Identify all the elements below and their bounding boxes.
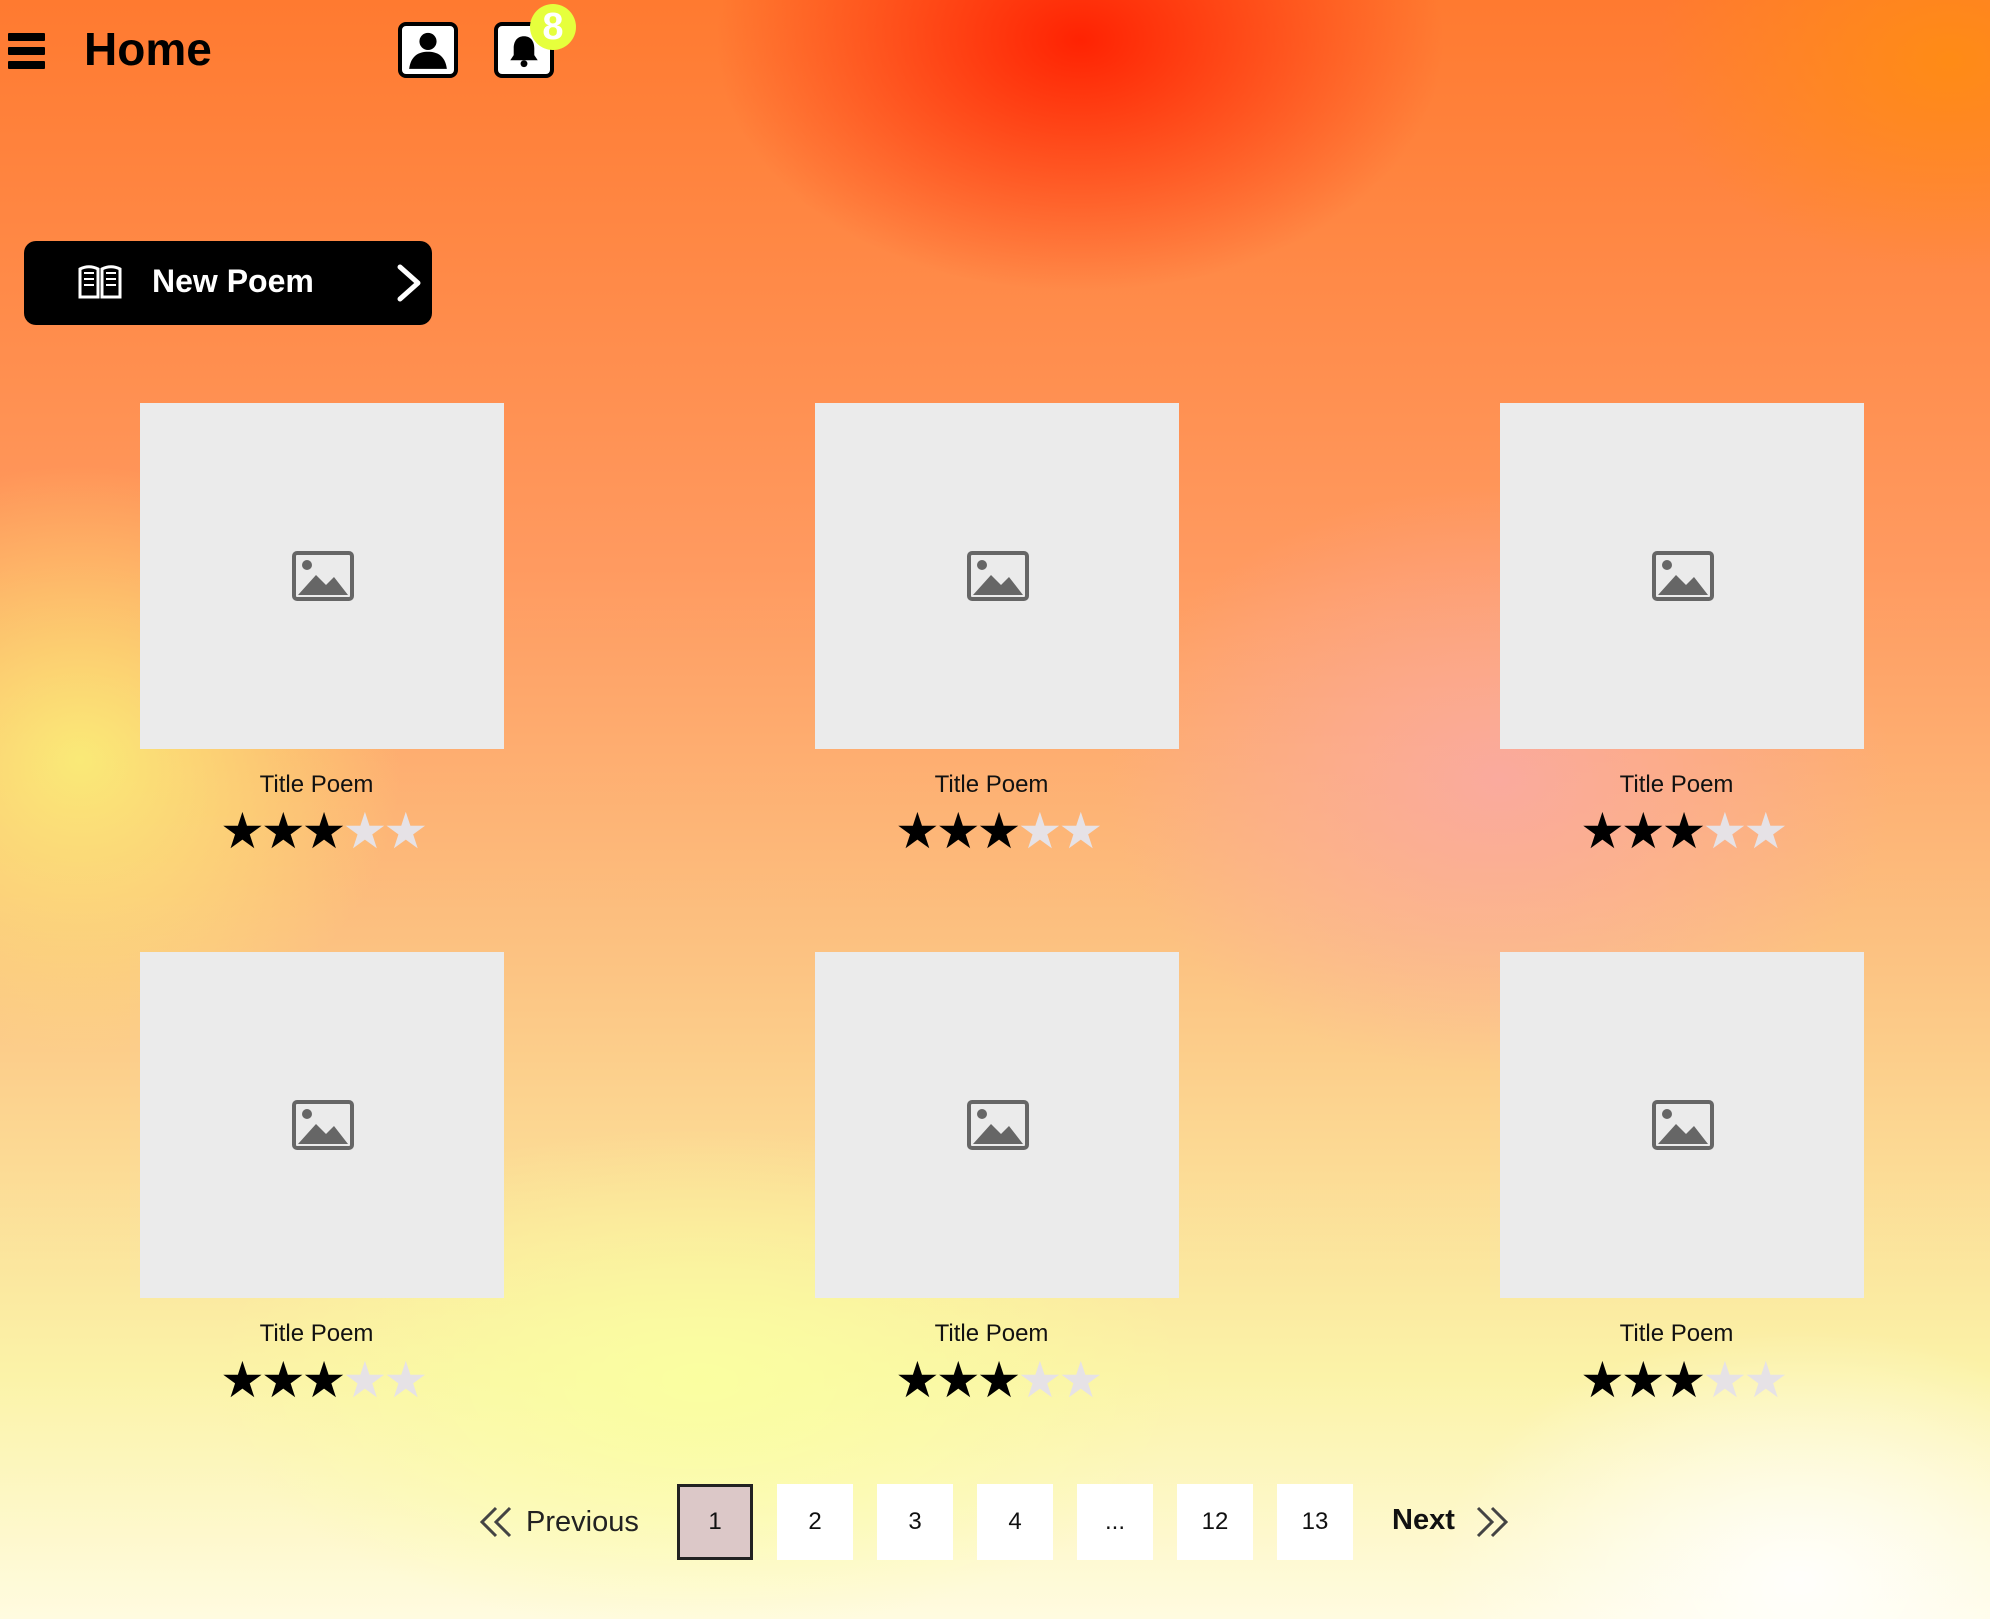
poem-card[interactable]: Title Poem ★★★★★: [1500, 952, 1864, 1405]
page-button[interactable]: 12: [1177, 1484, 1253, 1560]
page-button[interactable]: 4: [977, 1484, 1053, 1560]
star-icon[interactable]: ★: [936, 806, 981, 856]
star-icon[interactable]: ★: [261, 1355, 306, 1405]
star-icon[interactable]: ★: [1017, 806, 1062, 856]
notification-badge: 8: [530, 4, 576, 50]
star-icon[interactable]: ★: [1058, 1355, 1103, 1405]
poem-card[interactable]: Title Poem ★★★★★: [140, 952, 504, 1405]
previous-label: Previous: [526, 1506, 639, 1538]
double-chevron-left-icon: [479, 1506, 512, 1538]
poem-title[interactable]: Title Poem: [815, 1320, 1168, 1348]
star-icon[interactable]: ★: [1743, 806, 1788, 856]
user-icon: [409, 32, 447, 69]
poem-title[interactable]: Title Poem: [1500, 771, 1853, 799]
image-placeholder-icon: [967, 1100, 1029, 1150]
star-icon[interactable]: ★: [1702, 1355, 1747, 1405]
image-placeholder-icon: [967, 551, 1029, 601]
previous-page-button[interactable]: Previous: [478, 1500, 648, 1544]
page-ellipsis[interactable]: ...: [1077, 1484, 1153, 1560]
hamburger-menu-icon[interactable]: [8, 33, 45, 69]
new-poem-label: New Poem: [152, 263, 314, 299]
star-rating[interactable]: ★★★★★: [220, 806, 584, 856]
star-icon[interactable]: ★: [977, 806, 1022, 856]
star-icon[interactable]: ★: [342, 1355, 387, 1405]
image-placeholder-icon: [292, 1100, 354, 1150]
poem-card[interactable]: Title Poem ★★★★★: [1500, 403, 1864, 856]
star-icon[interactable]: ★: [302, 806, 347, 856]
star-rating[interactable]: ★★★★★: [220, 1355, 584, 1405]
open-book-icon: [78, 265, 122, 299]
chevron-right-icon: [397, 264, 421, 302]
star-icon[interactable]: ★: [383, 806, 428, 856]
poem-thumbnail[interactable]: [815, 403, 1179, 749]
poem-card[interactable]: Title Poem ★★★★★: [815, 403, 1179, 856]
star-icon[interactable]: ★: [342, 806, 387, 856]
page-title: Home: [84, 23, 212, 75]
star-icon[interactable]: ★: [302, 1355, 347, 1405]
page-button[interactable]: 1: [677, 1484, 753, 1560]
new-poem-button[interactable]: New Poem: [24, 241, 432, 325]
star-icon[interactable]: ★: [220, 806, 265, 856]
next-label: Next: [1392, 1504, 1455, 1536]
star-icon[interactable]: ★: [1662, 806, 1707, 856]
star-rating[interactable]: ★★★★★: [895, 1355, 1259, 1405]
double-chevron-right-icon: [1476, 1506, 1509, 1538]
star-icon[interactable]: ★: [977, 1355, 1022, 1405]
page-button[interactable]: 2: [777, 1484, 853, 1560]
poem-title[interactable]: Title Poem: [815, 771, 1168, 799]
page-button[interactable]: 3: [877, 1484, 953, 1560]
star-icon[interactable]: ★: [1580, 806, 1625, 856]
star-icon[interactable]: ★: [1580, 1355, 1625, 1405]
star-icon[interactable]: ★: [1017, 1355, 1062, 1405]
poem-card[interactable]: Title Poem ★★★★★: [140, 403, 504, 856]
star-icon[interactable]: ★: [1058, 806, 1103, 856]
star-icon[interactable]: ★: [1743, 1355, 1788, 1405]
poem-thumbnail[interactable]: [1500, 403, 1864, 749]
star-rating[interactable]: ★★★★★: [895, 806, 1259, 856]
page-button[interactable]: 13: [1277, 1484, 1353, 1560]
profile-button[interactable]: [398, 22, 458, 78]
poem-card[interactable]: Title Poem ★★★★★: [815, 952, 1179, 1405]
star-icon[interactable]: ★: [895, 806, 940, 856]
star-icon[interactable]: ★: [1621, 806, 1666, 856]
star-icon[interactable]: ★: [895, 1355, 940, 1405]
image-placeholder-icon: [1652, 551, 1714, 601]
star-rating[interactable]: ★★★★★: [1580, 1355, 1944, 1405]
star-icon[interactable]: ★: [1662, 1355, 1707, 1405]
poem-title[interactable]: Title Poem: [140, 771, 493, 799]
star-rating[interactable]: ★★★★★: [1580, 806, 1944, 856]
poem-title[interactable]: Title Poem: [1500, 1320, 1853, 1348]
star-icon[interactable]: ★: [261, 806, 306, 856]
star-icon[interactable]: ★: [220, 1355, 265, 1405]
poem-thumbnail[interactable]: [1500, 952, 1864, 1298]
image-placeholder-icon: [292, 551, 354, 601]
star-icon[interactable]: ★: [936, 1355, 981, 1405]
star-icon[interactable]: ★: [383, 1355, 428, 1405]
poem-thumbnail[interactable]: [815, 952, 1179, 1298]
next-page-button[interactable]: Next: [1392, 1500, 1522, 1544]
star-icon[interactable]: ★: [1621, 1355, 1666, 1405]
poem-thumbnail[interactable]: [140, 403, 504, 749]
poem-thumbnail[interactable]: [140, 952, 504, 1298]
poem-title[interactable]: Title Poem: [140, 1320, 493, 1348]
image-placeholder-icon: [1652, 1100, 1714, 1150]
star-icon[interactable]: ★: [1702, 806, 1747, 856]
